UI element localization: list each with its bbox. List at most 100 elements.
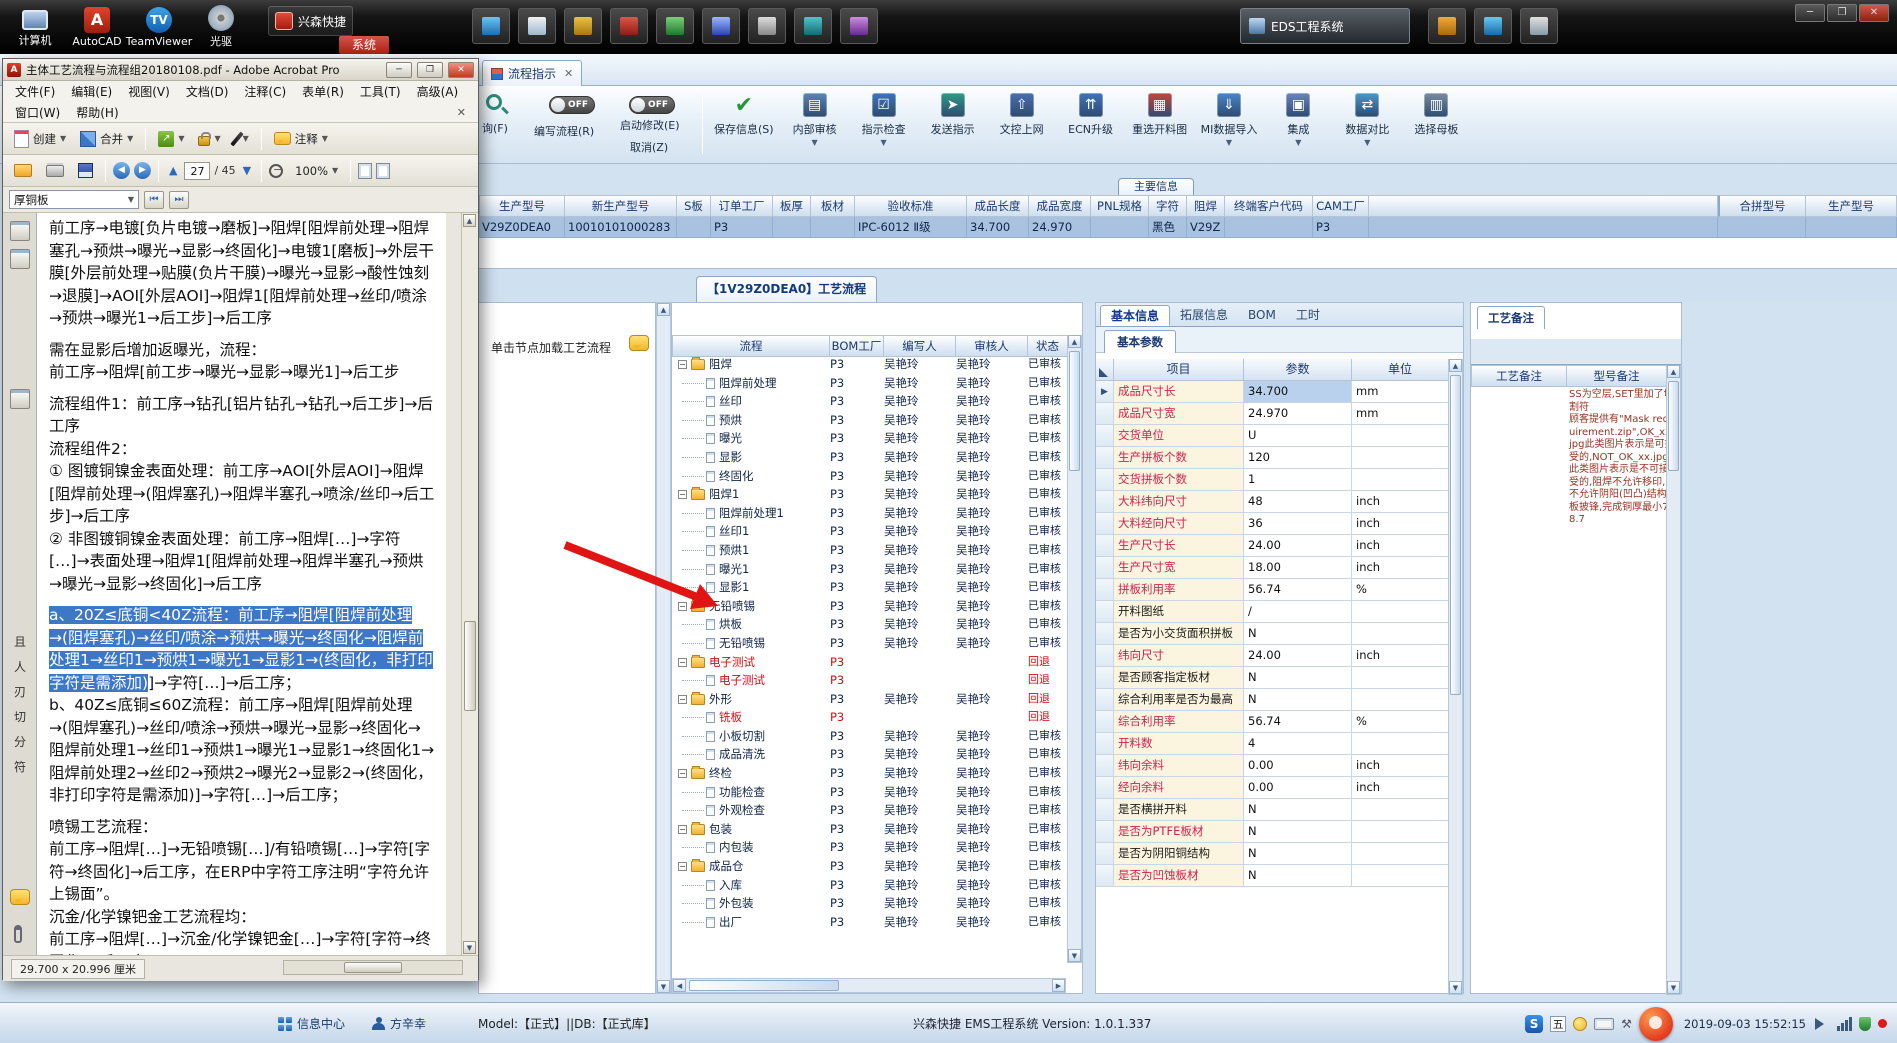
query-button[interactable]: 询(F) [482, 120, 508, 136]
page-number-input[interactable]: 27 [184, 161, 211, 180]
column-header[interactable]: PNL规格 [1091, 195, 1149, 217]
maximize-icon[interactable]: ❐ [1827, 4, 1857, 22]
toolbar-button[interactable]: ▥ 选择母板 [1404, 91, 1468, 149]
attachments-panel-icon[interactable] [14, 925, 22, 943]
param-value[interactable]: N [1244, 667, 1352, 689]
column-header[interactable]: 字符 [1149, 195, 1187, 217]
taskbar-window-tile[interactable] [840, 8, 878, 44]
write-flow-toggle[interactable]: OFF [549, 96, 595, 114]
start-modify-button[interactable]: 启动修改(E) [620, 117, 680, 133]
expander-icon[interactable]: − [678, 694, 687, 704]
scroll-left-icon[interactable]: ◀ [673, 979, 686, 992]
taskbar-window-tile[interactable] [656, 8, 694, 44]
param-row[interactable]: 生产拼板个数 120 [1096, 447, 1449, 469]
column-header[interactable]: 生产型号 [1806, 195, 1897, 217]
param-value[interactable]: 56.74 [1244, 711, 1352, 733]
tab-active[interactable]: 基本信息 [1100, 305, 1171, 326]
param-row[interactable]: 开料图纸 / [1096, 601, 1449, 623]
tree-row[interactable]: 小板切割 P3 吴艳玲 吴艳玲 已审核 [672, 727, 1068, 746]
previous-view-icon[interactable]: ◀ [113, 162, 130, 179]
param-value[interactable]: 34.700 [1244, 381, 1352, 403]
taskbar-app[interactable]: A AutoCAD [66, 2, 128, 52]
zoom-out-icon[interactable] [269, 163, 284, 178]
scroll-up-icon[interactable]: ▲ [463, 214, 476, 227]
tree-row[interactable]: 曝光 P3 吴艳玲 吴艳玲 已审核 [672, 429, 1068, 448]
comment-button[interactable]: 注释 ▼ [269, 128, 333, 150]
tree-row[interactable]: 成品清洗 P3 吴艳玲 吴艳玲 已审核 [672, 745, 1068, 764]
combine-button[interactable]: 合并 ▼ [75, 128, 138, 150]
tab-close-icon[interactable]: ✕ [564, 67, 573, 80]
taskbar-window-tile[interactable] [472, 8, 510, 44]
scroll-right-icon[interactable]: ▶ [1052, 979, 1065, 992]
network-icon[interactable] [1837, 1016, 1852, 1031]
menu-item[interactable]: 视图(V) [120, 81, 178, 102]
taskbar-app[interactable]: TV TeamViewer [126, 2, 192, 52]
param-value[interactable]: U [1244, 425, 1352, 447]
column-header[interactable]: 成品宽度 [1029, 195, 1091, 217]
param-row[interactable]: 是否顾客指定板材 N [1096, 667, 1449, 689]
param-row[interactable]: 开料数 4 [1096, 733, 1449, 755]
export-button[interactable]: ↗ ▼ [153, 128, 189, 150]
scroll-down-icon[interactable]: ▼ [463, 941, 476, 954]
expander-icon[interactable]: − [678, 862, 687, 872]
scrollbar-thumb[interactable] [1450, 375, 1461, 695]
param-value[interactable]: N [1244, 623, 1352, 645]
keyboard-icon[interactable] [1594, 1017, 1615, 1030]
param-row[interactable]: 是否为阴阳铜结构 N [1096, 843, 1449, 865]
column-header[interactable]: 参数 [1244, 359, 1352, 381]
scroll-up-icon[interactable]: ▲ [1068, 335, 1081, 348]
pdf-vertical-scrollbar[interactable]: ▲ ▼ [461, 213, 478, 955]
info-center-button[interactable]: 信息中心 [278, 1015, 345, 1032]
tree-row[interactable]: 外观检查 P3 吴艳玲 吴艳玲 已审核 [672, 801, 1068, 820]
create-pdf-button[interactable]: 创建 ▼ [9, 127, 71, 151]
sogou-input-icon[interactable]: S [1525, 1014, 1544, 1033]
tab-inactive[interactable]: BOM [1238, 305, 1286, 326]
menubar-close-icon[interactable]: ✕ [457, 106, 474, 119]
taskbar-window-tile[interactable] [518, 8, 556, 44]
tree-row[interactable]: 丝印 P3 吴艳玲 吴艳玲 已审核 [672, 392, 1068, 411]
tree-vertical-scrollbar[interactable]: ▲ ▼ [1067, 335, 1082, 963]
select-all-corner[interactable] [1096, 359, 1114, 381]
param-row[interactable]: 综合利用率是否为最高 N [1096, 689, 1449, 711]
bookmark-next-icon[interactable]: ⏭ [169, 190, 189, 209]
param-row[interactable]: 交货拼板个数 1 [1096, 469, 1449, 491]
tab-basic-params[interactable]: 基本参数 [1104, 330, 1176, 353]
param-value[interactable]: N [1244, 799, 1352, 821]
pages-panel-icon[interactable] [9, 221, 30, 241]
column-header[interactable]: S板 [677, 195, 711, 217]
remarks-vertical-scrollbar[interactable]: ▲ ▼ [1666, 365, 1681, 995]
tree-row[interactable]: 内包装 P3 吴艳玲 吴艳玲 已审核 [672, 838, 1068, 857]
column-header[interactable]: 验收标准 [855, 195, 967, 217]
close-icon[interactable]: ✕ [448, 61, 474, 78]
column-header[interactable]: 编写人 [884, 335, 956, 357]
tree-row[interactable]: 功能检查 P3 吴艳玲 吴艳玲 已审核 [672, 783, 1068, 802]
menu-item[interactable]: 工具(T) [352, 81, 409, 102]
menu-item[interactable]: 表单(R) [294, 81, 352, 102]
menu-item[interactable]: 高级(A) [409, 81, 467, 102]
modify-toggle[interactable]: OFF [629, 96, 675, 114]
flow-route-tab[interactable]: 【1V29Z0DEA0】工艺流程 [696, 276, 878, 302]
taskbar-window-tile[interactable] [1428, 8, 1466, 44]
taskbar-ems-app[interactable]: 兴森快捷 [268, 6, 354, 36]
param-value[interactable]: 0.00 [1244, 777, 1352, 799]
param-row[interactable]: 是否为小交货面积拼板 N [1096, 623, 1449, 645]
save-button[interactable] [73, 160, 98, 181]
taskbar-window-tile[interactable] [702, 8, 740, 44]
param-value[interactable]: 4 [1244, 733, 1352, 755]
tree-row[interactable]: − 阻焊1 P3 吴艳玲 吴艳玲 已审核 [672, 485, 1068, 504]
param-row[interactable]: 交货单位 U [1096, 425, 1449, 447]
tree-row[interactable]: − 终检 P3 吴艳玲 吴艳玲 已审核 [672, 764, 1068, 783]
column-header[interactable]: 合拼型号 [1718, 195, 1806, 217]
column-header[interactable]: BOM工厂 [830, 335, 884, 357]
param-value[interactable]: 120 [1244, 447, 1352, 469]
taskbar-app[interactable]: 光驱 [190, 2, 252, 52]
column-header[interactable]: 单位 [1352, 359, 1449, 381]
column-header[interactable]: 审核人 [956, 335, 1028, 357]
scroll-down-icon[interactable]: ▼ [1449, 981, 1462, 994]
param-value[interactable]: N [1244, 821, 1352, 843]
minimize-icon[interactable]: ─ [386, 61, 412, 78]
current-user[interactable]: 方辛幸 [372, 1015, 426, 1032]
column-header[interactable]: 生产型号 [479, 195, 565, 217]
menu-item[interactable]: 帮助(H) [68, 102, 126, 123]
param-value[interactable]: N [1244, 865, 1352, 887]
